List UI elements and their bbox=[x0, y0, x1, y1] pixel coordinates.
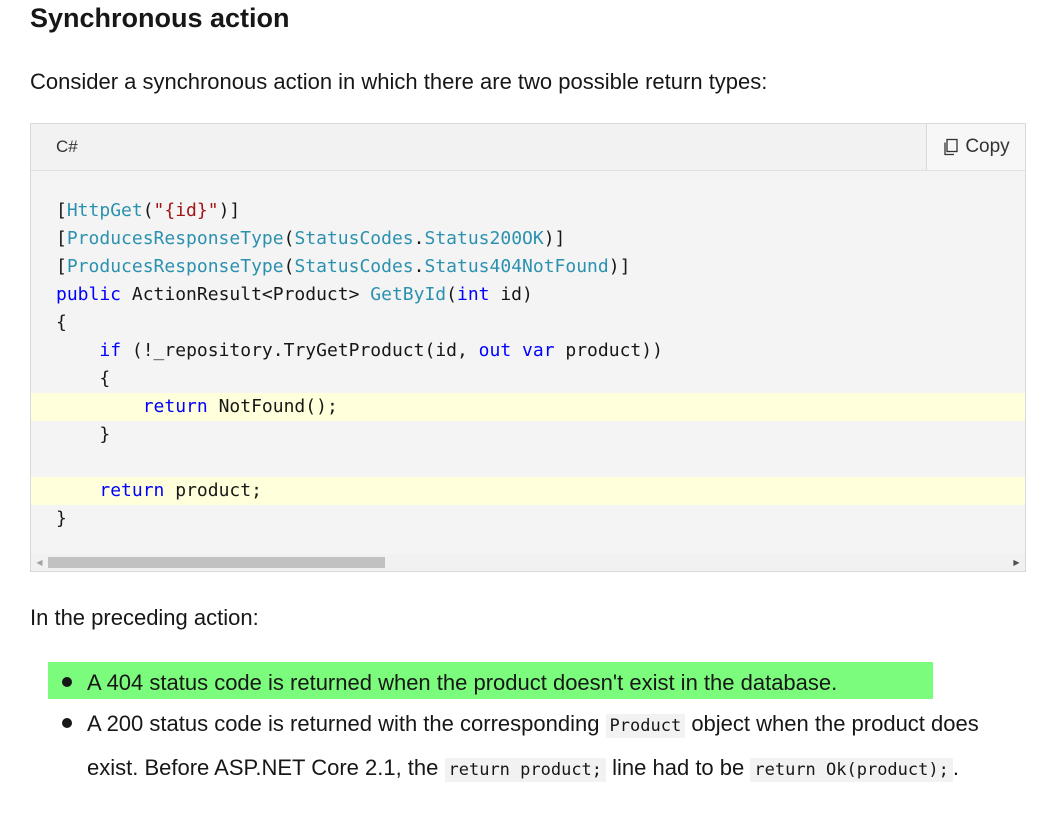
code-language-label: C# bbox=[56, 137, 78, 156]
code-line: [HttpGet("{id}")] bbox=[56, 200, 241, 221]
section-heading: Synchronous action bbox=[30, 3, 290, 33]
code-line: return product; bbox=[31, 477, 1025, 505]
bullet-text-part: . bbox=[952, 755, 959, 780]
code-line: } bbox=[56, 508, 67, 529]
code-line: return NotFound(); bbox=[31, 393, 1025, 421]
code-body: [HttpGet("{id}")] [ProducesResponseType(… bbox=[31, 171, 1025, 556]
code-line: public ActionResult<Product> GetById(int… bbox=[56, 284, 533, 305]
inline-code: return product; bbox=[444, 758, 607, 782]
copy-icon bbox=[944, 138, 958, 156]
horizontal-scrollbar[interactable]: ◀ ▶ bbox=[31, 554, 1025, 571]
scroll-right-arrow-icon[interactable]: ▶ bbox=[1008, 554, 1025, 571]
code-line: [ProducesResponseType(StatusCodes.Status… bbox=[56, 228, 566, 249]
scroll-left-arrow-icon[interactable]: ◀ bbox=[31, 554, 48, 571]
list-item: A 200 status code is returned with the c… bbox=[30, 703, 1030, 791]
after-code-paragraph: In the preceding action: bbox=[30, 605, 259, 630]
code-block: C# Copy [HttpGet("{id}")] [ProducesRespo… bbox=[30, 123, 1026, 572]
scrollbar-thumb[interactable] bbox=[48, 557, 385, 568]
copy-button[interactable]: Copy bbox=[926, 124, 1025, 170]
code-line: if (!_repository.TryGetProduct(id, out v… bbox=[99, 340, 663, 361]
bullet-text-part: line had to be bbox=[606, 755, 751, 780]
bullet-list: A 404 status code is returned when the p… bbox=[30, 662, 1030, 791]
intro-paragraph: Consider a synchronous action in which t… bbox=[30, 69, 768, 94]
code-line: } bbox=[56, 424, 111, 445]
code-line: { bbox=[56, 312, 67, 333]
inline-code: Product bbox=[605, 714, 686, 738]
inline-code: return Ok(product); bbox=[750, 758, 953, 782]
code-line: { bbox=[56, 368, 111, 389]
copy-button-label: Copy bbox=[965, 136, 1010, 157]
bullet-text: A 404 status code is returned when the p… bbox=[87, 670, 838, 695]
bullet-text-part: A 200 status code is returned with the c… bbox=[87, 711, 606, 736]
code-header: C# Copy bbox=[31, 124, 1025, 171]
code-line: [ProducesResponseType(StatusCodes.Status… bbox=[56, 256, 631, 277]
list-item: A 404 status code is returned when the p… bbox=[30, 662, 1030, 703]
